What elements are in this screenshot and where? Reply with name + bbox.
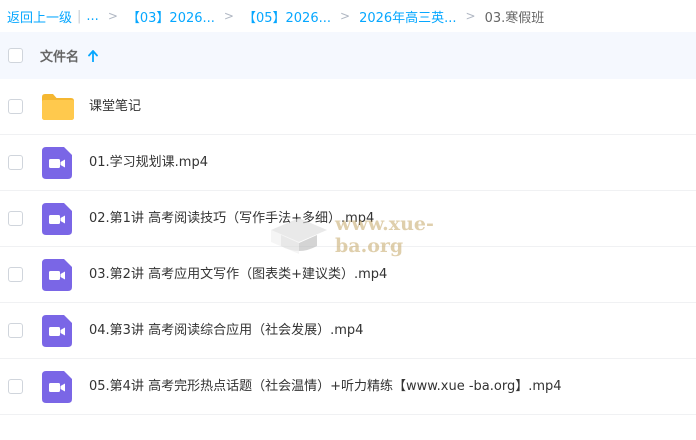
chevron-right-icon: > <box>223 9 234 23</box>
video-icon <box>42 147 72 179</box>
video-icon <box>42 315 72 347</box>
column-name-label: 文件名 <box>40 50 80 65</box>
row-checkbox[interactable] <box>8 323 23 338</box>
file-name[interactable]: 05.第4讲 高考完形热点话题（社会温情）+听力精练【www.xue -ba.o… <box>89 359 562 415</box>
video-icon <box>42 259 72 291</box>
row-checkbox[interactable] <box>8 267 23 282</box>
sort-by-name-header[interactable]: 文件名 <box>40 46 98 65</box>
video-icon <box>42 371 72 403</box>
select-all-checkbox[interactable] <box>8 48 23 63</box>
row-checkbox[interactable] <box>8 211 23 226</box>
back-link[interactable]: 返回上一级 <box>7 7 72 26</box>
watermark-text: www.xue-ba.org <box>334 213 434 257</box>
breadcrumb-item[interactable]: 2026年高三英... <box>359 7 456 26</box>
breadcrumb: 返回上一级 | ... > 【03】2026... > 【05】2026... … <box>7 0 696 32</box>
breadcrumb-item[interactable]: 【03】2026... <box>127 7 215 26</box>
file-list-header: 文件名 <box>0 32 696 79</box>
chevron-right-icon: > <box>340 9 351 23</box>
file-row[interactable]: 05.第4讲 高考完形热点话题（社会温情）+听力精练【www.xue -ba.o… <box>0 359 696 415</box>
file-row[interactable]: 课堂笔记 <box>0 79 696 135</box>
folder-icon <box>42 94 74 120</box>
row-checkbox[interactable] <box>8 155 23 170</box>
video-icon <box>42 203 72 235</box>
breadcrumb-current: 03.寒假班 <box>484 10 545 26</box>
file-name[interactable]: 课堂笔记 <box>89 79 141 135</box>
arrow-up-icon <box>88 49 98 62</box>
row-checkbox[interactable] <box>8 99 23 114</box>
graduation-cap-icon <box>270 218 327 254</box>
file-row[interactable]: 04.第3讲 高考阅读综合应用（社会发展）.mp4 <box>0 303 696 359</box>
file-row[interactable]: 01.学习规划课.mp4 <box>0 135 696 191</box>
file-name[interactable]: 04.第3讲 高考阅读综合应用（社会发展）.mp4 <box>89 303 363 359</box>
row-checkbox[interactable] <box>8 379 23 394</box>
chevron-right-icon: > <box>107 9 118 23</box>
divider: | <box>77 8 82 24</box>
breadcrumb-item[interactable]: 【05】2026... <box>243 7 331 26</box>
watermark: www.xue-ba.org <box>267 210 502 260</box>
chevron-right-icon: > <box>465 9 476 23</box>
breadcrumb-ellipsis[interactable]: ... <box>86 9 98 24</box>
file-name[interactable]: 01.学习规划课.mp4 <box>89 135 208 191</box>
